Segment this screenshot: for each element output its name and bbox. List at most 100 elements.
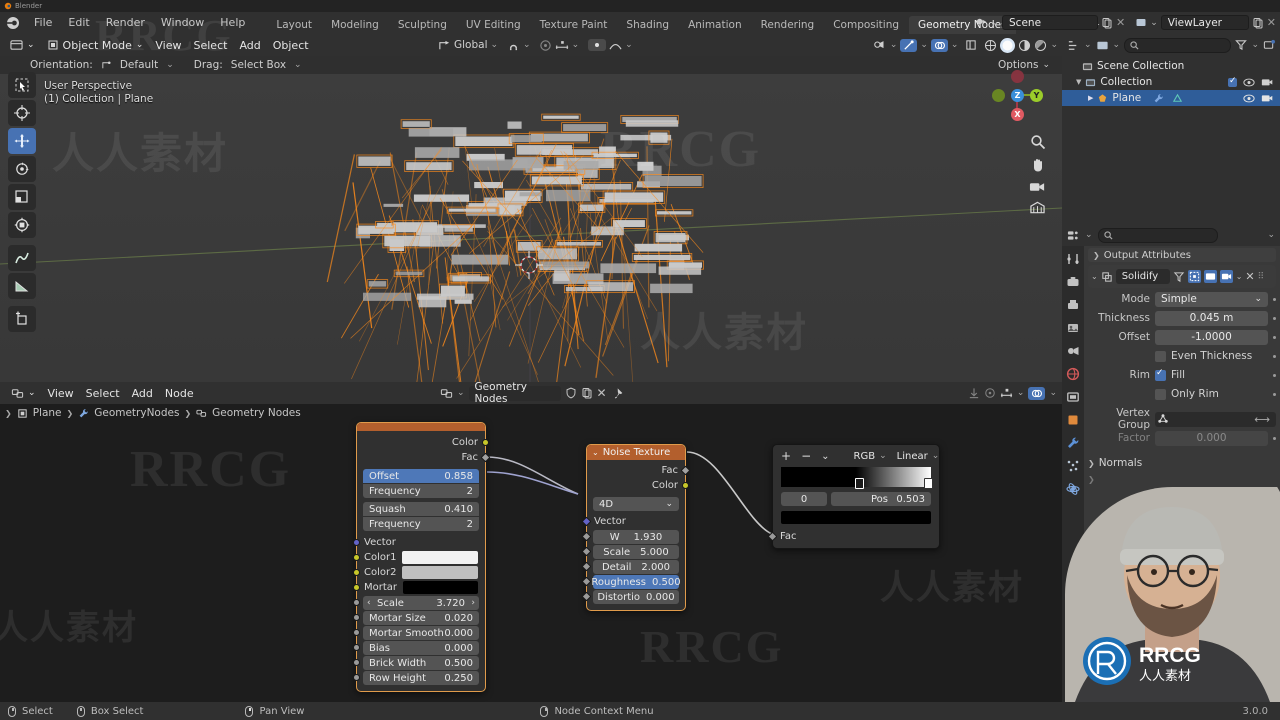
socket-scale-in[interactable] [353, 599, 360, 606]
workspace-tab-sculpting[interactable]: Sculpting [389, 16, 456, 34]
viewport-menu-select[interactable]: Select [188, 37, 234, 54]
toggle-ortho-icon[interactable] [1030, 201, 1045, 215]
socket-row-height-in[interactable] [353, 674, 360, 681]
field-offset[interactable]: Offset 0.858 [363, 469, 479, 483]
mesh-data-icon[interactable] [1172, 93, 1183, 104]
camera-render-icon[interactable] [1261, 93, 1273, 103]
number-offset[interactable]: -1.0000 [1155, 329, 1268, 345]
viewlayer-dropdown-chevron[interactable]: ⌄ [1150, 18, 1158, 28]
proportional-toggle-icon[interactable] [588, 39, 607, 51]
disclosure-triangle-down-icon[interactable]: ▼ [1076, 78, 1081, 86]
modifier-tab-icon[interactable] [1066, 436, 1080, 450]
field-squash-frequency[interactable]: Frequency 2 [363, 517, 479, 531]
breadcrumb-item-geometrynodes[interactable]: GeometryNodes [94, 407, 179, 419]
gizmo-chevron[interactable]: ⌄ [920, 40, 928, 50]
socket-color-out[interactable] [482, 439, 489, 446]
snap-increment-chevron[interactable]: ⌄ [572, 40, 580, 50]
checkbox-even-thickness[interactable] [1155, 350, 1166, 362]
outliner-panel[interactable]: ⌄ ⌄ ⌄ Scene Collection ▼ Collection ✓ ▶ … [1062, 34, 1280, 224]
ramp-options-chevron[interactable]: ⌄ [821, 451, 829, 462]
node-input-fac[interactable]: Fac [767, 529, 939, 544]
socket-brick-width-in[interactable] [353, 659, 360, 666]
shading-wireframe-icon[interactable] [984, 39, 997, 52]
gizmo-toggle-icon[interactable] [900, 38, 918, 52]
menu-file[interactable]: File [26, 12, 60, 34]
number-thickness[interactable]: 0.045 m [1155, 310, 1268, 326]
viewlayer-tab-icon[interactable] [1066, 321, 1080, 335]
node-input-vector[interactable]: Vector [353, 535, 485, 550]
outliner-type-chevron[interactable]: ⌄ [1084, 40, 1092, 50]
modifier-extras-chevron[interactable]: ⌄ [1236, 272, 1243, 281]
brick-texture-node-header[interactable] [357, 423, 485, 431]
node-overlays-chevron[interactable]: ⌄ [1049, 388, 1057, 398]
checkbox-fill[interactable] [1155, 368, 1166, 381]
drag-value-chevron[interactable]: ⌄ [294, 60, 302, 70]
field-mortar-smooth[interactable]: Mortar Smooth 0.000 [363, 626, 479, 640]
swatch-color2[interactable] [402, 566, 478, 579]
animate-dot[interactable] [1273, 373, 1276, 377]
node-overlays-icon[interactable] [1028, 386, 1046, 400]
field-detail[interactable]: Detail 2.000 [593, 560, 679, 574]
color-ramp-gradient[interactable] [781, 467, 933, 489]
viewport-navigation-gizmo[interactable]: Z Y X [984, 62, 1050, 128]
outliner-row-plane[interactable]: ▶ Plane [1062, 90, 1280, 106]
modifier-delete-icon[interactable]: ✕ [1245, 270, 1254, 283]
ramp-stop-index-field[interactable]: 0 [781, 492, 827, 506]
snap-element-chevron[interactable]: ⌄ [1017, 388, 1025, 398]
falloff-curve-icon[interactable] [609, 39, 622, 52]
modifier-drag-handle[interactable]: ⠿ [1258, 272, 1266, 282]
node-menu-select[interactable]: Select [80, 385, 126, 402]
snap-element-icon[interactable] [1000, 387, 1013, 399]
tool-annotate[interactable] [8, 245, 36, 271]
socket-mortar-size-in[interactable] [353, 614, 360, 621]
particles-tab-icon[interactable] [1066, 459, 1080, 473]
object-mode-selector[interactable]: Object Mode ⌄ [41, 37, 150, 54]
swatch-mortar[interactable] [403, 581, 478, 594]
pin-icon[interactable] [614, 387, 626, 399]
field-offset-frequency[interactable]: Frequency 2 [363, 484, 479, 498]
panel-output-attributes[interactable]: ❯ Output Attributes [1088, 248, 1276, 262]
modifier-name-field[interactable]: Solidify [1115, 269, 1170, 284]
node-editor-type-icon[interactable]: ⌄ [5, 385, 42, 402]
gizmo-axis-neg-y[interactable] [992, 89, 1005, 102]
field-w[interactable]: W 1.930 [593, 530, 679, 544]
proportional-node-icon[interactable] [984, 387, 996, 399]
shield-icon[interactable] [565, 387, 577, 399]
falloff-chevron[interactable]: ⌄ [625, 40, 633, 50]
breadcrumb-item-geometry-nodes[interactable]: Geometry Nodes [212, 407, 301, 419]
workspace-tab-layout[interactable]: Layout [267, 16, 321, 34]
node-collapse-chevron[interactable]: ⌄ [592, 448, 599, 457]
panel-materials[interactable]: ❯ [1088, 471, 1276, 487]
workspace-tab-compositing[interactable]: Compositing [824, 16, 908, 34]
ramp-stop-handle-1[interactable] [924, 478, 933, 489]
modifier-edit-mode-toggle-icon[interactable] [1173, 271, 1185, 283]
delete-scene-icon[interactable]: ✕ [1116, 16, 1125, 29]
tool-transform[interactable] [8, 212, 36, 238]
transform-orientation-chevron[interactable]: ⌄ [491, 40, 499, 50]
workspace-tab-shading[interactable]: Shading [617, 16, 678, 34]
unlink-icon[interactable]: ✕ [597, 386, 607, 400]
pan-hand-icon[interactable] [1030, 157, 1046, 173]
eye-icon[interactable] [1243, 94, 1255, 103]
node-tree-chevron[interactable]: ⌄ [457, 388, 465, 398]
modifier-realtime-icon[interactable] [1203, 270, 1217, 283]
zoom-icon[interactable] [1030, 134, 1046, 150]
delete-viewlayer-icon[interactable]: ✕ [1267, 16, 1276, 29]
gizmo-axis-neg-x[interactable] [1011, 70, 1024, 83]
physics-tab-icon[interactable] [1066, 482, 1080, 496]
viewport-menu-object[interactable]: Object [267, 37, 315, 54]
viewlayer-name-field[interactable]: ViewLayer [1160, 15, 1249, 30]
panel-normals[interactable]: ❯ Normals [1088, 455, 1276, 471]
snap-increment-icon[interactable] [555, 39, 569, 52]
color-ramp-node[interactable]: + − ⌄ RGB ⌄ Linear ⌄ 0 Pos 0.503 Fac [767, 444, 940, 549]
menu-help[interactable]: Help [212, 12, 253, 34]
outliner-display-chevron[interactable]: ⌄ [1113, 40, 1121, 50]
ramp-interpolation[interactable]: Linear [897, 451, 928, 462]
field-squash[interactable]: Squash 0.410 [363, 502, 479, 516]
gizmo-axis-y[interactable]: Y [1030, 89, 1043, 102]
ramp-color-mode-chevron[interactable]: ⌄ [879, 451, 887, 461]
tool-measure[interactable] [8, 273, 36, 299]
properties-search-input[interactable] [1097, 227, 1218, 243]
snap-node-icon[interactable] [968, 387, 980, 399]
field-scale[interactable]: ‹ Scale 3.720 › [363, 596, 479, 610]
